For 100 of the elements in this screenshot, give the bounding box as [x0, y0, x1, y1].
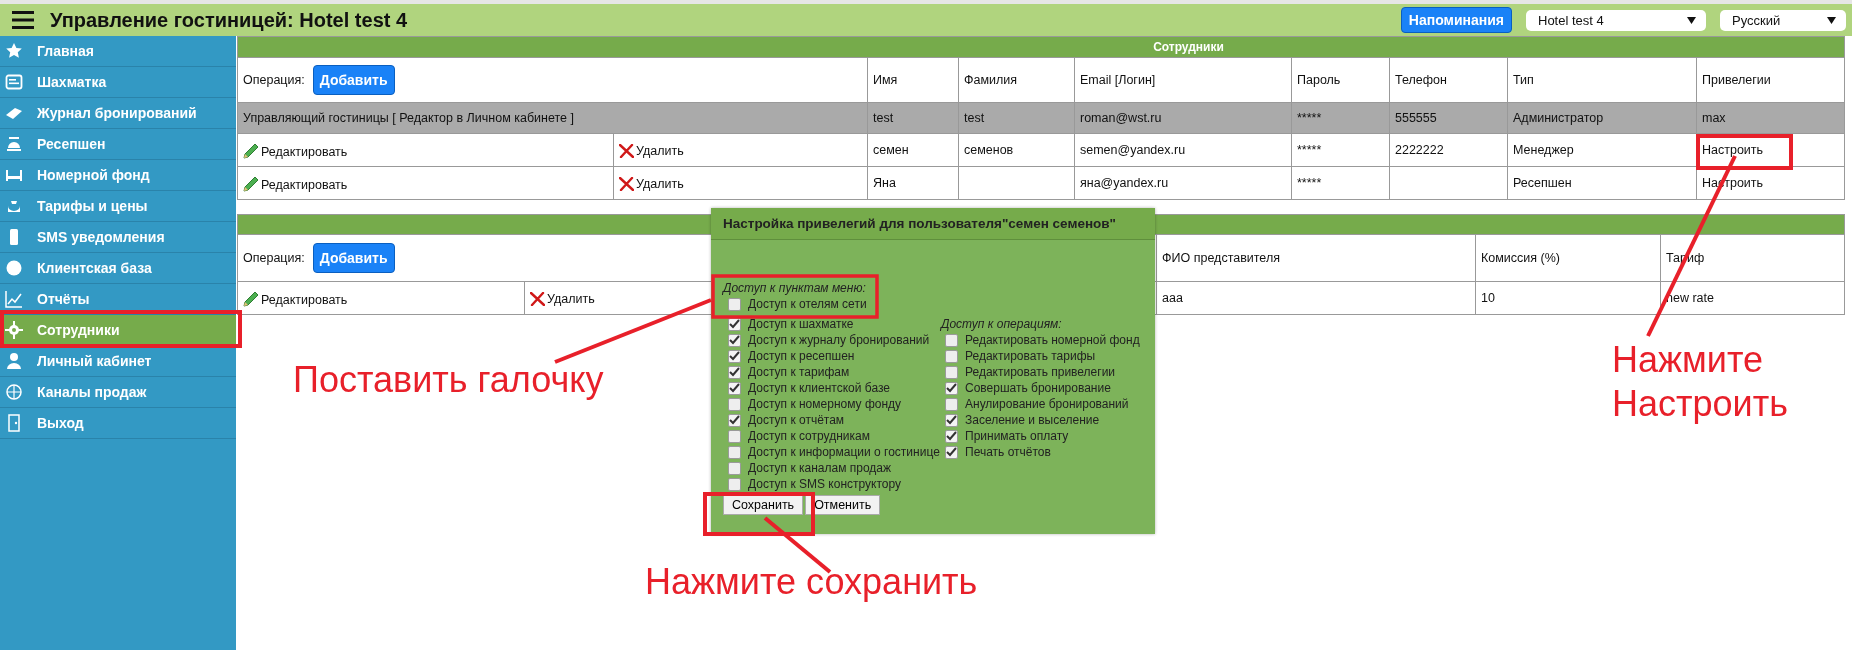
- reminders-button[interactable]: Напоминания: [1400, 7, 1512, 33]
- checkbox[interactable]: [728, 413, 741, 427]
- app-title: Управление гостиницей: Hotel test 4: [50, 8, 408, 32]
- edit-link[interactable]: Редактировать: [243, 171, 348, 192]
- checkbox[interactable]: [728, 381, 741, 395]
- checkbox[interactable]: [945, 445, 958, 459]
- cancel-button[interactable]: Отменить: [805, 495, 881, 515]
- configure-link[interactable]: Настроить: [1702, 143, 1764, 157]
- table-cell: test: [867, 102, 959, 134]
- table-cell: яна@yandex.ru: [1074, 166, 1292, 200]
- checkbox-option[interactable]: Доступ к шахматке: [728, 316, 941, 332]
- checkbox-option[interactable]: Редактировать привелегии: [945, 364, 1155, 380]
- caret-icon: [1687, 16, 1696, 24]
- table-cell: Администратор: [1507, 102, 1697, 134]
- board-icon: [5, 73, 23, 91]
- table-cell: *****: [1291, 133, 1390, 167]
- person-icon: [5, 352, 23, 370]
- column-header: Пароль: [1291, 57, 1390, 103]
- globe-icon: [5, 383, 23, 401]
- cross-icon: [619, 176, 634, 191]
- save-button[interactable]: Сохранить: [723, 495, 804, 515]
- checkbox-option[interactable]: Принимать оплату: [945, 428, 1155, 444]
- checkbox-option[interactable]: Доступ к ресепшен: [728, 348, 941, 364]
- column-header: Email [Логин]: [1074, 57, 1292, 103]
- add-button[interactable]: Добавить: [312, 243, 395, 273]
- door-icon: [5, 414, 23, 432]
- pencil-icon: [243, 142, 259, 159]
- column-header: Фамилия: [958, 57, 1075, 103]
- checkbox-option[interactable]: Редактировать номерной фонд: [945, 332, 1155, 348]
- checkbox[interactable]: [945, 333, 958, 347]
- checkbox[interactable]: [728, 333, 741, 347]
- checkbox-option[interactable]: Совершать бронирование: [945, 380, 1155, 396]
- table-cell: max: [1696, 102, 1845, 134]
- checkbox-option[interactable]: Редактировать тарифы: [945, 348, 1155, 364]
- table-cell: 2222222: [1389, 133, 1508, 167]
- dialog-title: Настройка привелегий для пользователя"семен семенов": [711, 208, 1155, 240]
- chart-icon: [5, 290, 23, 308]
- checkbox-option[interactable]: Заселение и выселение: [945, 412, 1155, 428]
- table-cell: Яна: [867, 166, 959, 200]
- checkbox-option[interactable]: Доступ к тарифам: [728, 364, 941, 380]
- table-cell: aaa: [1156, 281, 1476, 315]
- checkbox[interactable]: [945, 381, 958, 395]
- checkbox-option[interactable]: Доступ к отелям сети: [728, 296, 941, 312]
- table-cell: *****: [1291, 102, 1390, 134]
- checkbox[interactable]: [945, 413, 958, 427]
- checkbox-option[interactable]: Доступ к SMS конструктору: [728, 476, 941, 492]
- hotel-select[interactable]: Hotel test 4: [1526, 9, 1706, 31]
- annotation-text: Нажмите сохранить: [645, 560, 979, 604]
- delete-link[interactable]: Удалить: [619, 172, 684, 191]
- checkbox-option[interactable]: Доступ к информации о гостинице: [728, 444, 941, 460]
- group-title: Доступ к операциям:: [941, 316, 1063, 332]
- table-title: Сотрудники: [237, 36, 1845, 58]
- column-header: Привелегии: [1696, 57, 1845, 103]
- table-cell: Управляющий гостиницы [ Редактор в Личном кабинете ]: [237, 102, 868, 134]
- cross-icon: [530, 291, 545, 306]
- table-cell: roman@wst.ru: [1074, 102, 1292, 134]
- checkbox[interactable]: [945, 397, 958, 411]
- pencil-icon: [243, 290, 259, 307]
- edit-link[interactable]: Редактировать: [243, 138, 348, 159]
- table-cell: 10: [1475, 281, 1661, 315]
- operation-label: Операция:: [243, 73, 305, 87]
- delete-link[interactable]: Удалить: [530, 287, 595, 306]
- checkbox[interactable]: [945, 365, 958, 379]
- checkbox-option[interactable]: Доступ к каналам продаж: [728, 460, 941, 476]
- group-title: Доступ к пунктам меню:: [723, 280, 867, 296]
- column-header: Телефон: [1389, 57, 1508, 103]
- checkbox[interactable]: [728, 397, 741, 411]
- column-header: Комиссия (%): [1475, 234, 1661, 282]
- pencil-icon: [243, 175, 259, 192]
- caret-icon: [1827, 16, 1836, 24]
- checkbox-option[interactable]: Печать отчётов: [945, 444, 1155, 460]
- column-header: Тип: [1507, 57, 1697, 103]
- language-select[interactable]: Русский: [1720, 9, 1846, 31]
- checkbox-option[interactable]: Доступ к отчётам: [728, 412, 941, 428]
- checkbox-option[interactable]: Доступ к сотрудникам: [728, 428, 941, 444]
- table-cell: семен: [867, 133, 959, 167]
- table-cell: семенов: [958, 133, 1075, 167]
- table-cell: 555555: [1389, 102, 1508, 134]
- checkbox[interactable]: [728, 297, 741, 311]
- annotation-text: Нажмите Настроить: [1612, 338, 1789, 426]
- checkbox[interactable]: [728, 429, 741, 443]
- checkbox[interactable]: [728, 349, 741, 363]
- add-button[interactable]: Добавить: [312, 65, 395, 95]
- checkbox[interactable]: [728, 477, 741, 491]
- table-cell: *****: [1291, 166, 1390, 200]
- checkbox-option[interactable]: Анулирование бронирований: [945, 396, 1155, 412]
- checkbox[interactable]: [728, 461, 741, 475]
- column-header: ФИО представителя: [1156, 234, 1476, 282]
- delete-link[interactable]: Удалить: [619, 139, 684, 158]
- menu-icon[interactable]: [12, 10, 34, 30]
- checkbox-option[interactable]: Доступ к клиентской базе: [728, 380, 941, 396]
- checkbox-option[interactable]: Доступ к номерному фонду: [728, 396, 941, 412]
- checkbox[interactable]: [728, 445, 741, 459]
- table-cell: test: [958, 102, 1075, 134]
- checkbox[interactable]: [728, 365, 741, 379]
- checkbox[interactable]: [945, 429, 958, 443]
- annotation-text: Поставить галочку: [293, 358, 605, 402]
- column-header: Имя: [867, 57, 959, 103]
- checkbox[interactable]: [945, 349, 958, 363]
- checkbox-option[interactable]: Доступ к журналу бронирований: [728, 332, 941, 348]
